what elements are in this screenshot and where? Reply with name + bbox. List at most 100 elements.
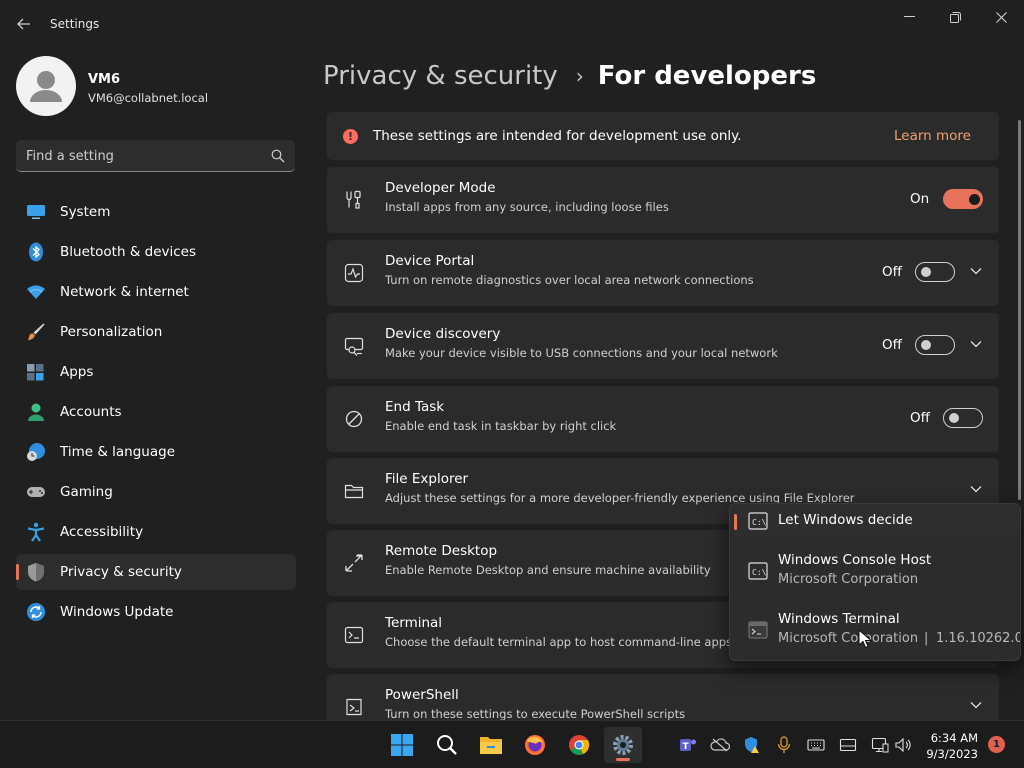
sidebar-item-accounts[interactable]: Accounts — [16, 394, 296, 430]
window-title: Settings — [50, 17, 100, 31]
console-icon: C:\ — [748, 512, 768, 530]
clock-date: 9/3/2023 — [926, 747, 978, 761]
breadcrumb-separator: › — [575, 64, 584, 88]
terminal-dropdown: C:\ Let Windows decide C:\ Windows Conso… — [729, 503, 1021, 661]
chevron-down-icon[interactable] — [969, 698, 983, 712]
taskbar-settings[interactable] — [604, 727, 642, 763]
scrollbar[interactable] — [1018, 120, 1021, 500]
prohibited-icon — [345, 410, 363, 428]
taskbar-file-explorer[interactable] — [472, 727, 510, 763]
sidebar-item-gaming[interactable]: Gaming — [16, 474, 296, 510]
accessibility-icon — [26, 522, 46, 542]
close-button[interactable] — [978, 4, 1024, 30]
developer-mode-toggle[interactable] — [943, 189, 983, 209]
sidebar-item-network[interactable]: Network & internet — [16, 274, 296, 310]
powershell-icon — [346, 698, 362, 716]
onedrive-icon[interactable] — [710, 735, 730, 755]
apps-icon — [26, 362, 46, 382]
developer-tools-icon — [346, 190, 361, 209]
page-title: For developers — [597, 61, 817, 91]
person-icon — [26, 402, 46, 422]
learn-more-link[interactable]: Learn more — [894, 128, 971, 144]
gear-icon — [613, 735, 633, 755]
gamepad-icon — [26, 482, 46, 502]
folder-icon — [480, 737, 502, 754]
close-icon — [995, 11, 1007, 23]
warning-icon: ! — [343, 129, 358, 144]
device-search-icon — [344, 337, 364, 356]
setting-device-portal[interactable]: Device Portal Turn on remote diagnostics… — [327, 240, 999, 306]
end-task-toggle[interactable] — [943, 408, 983, 428]
option-windows-terminal[interactable]: Windows Terminal Microsoft Corporation |… — [734, 605, 1020, 655]
network-icon[interactable] — [870, 735, 890, 755]
system-icon — [26, 202, 46, 222]
sidebar-item-accessibility[interactable]: Accessibility — [16, 514, 296, 550]
restore-button[interactable] — [932, 4, 978, 30]
setting-device-discovery[interactable]: Device discovery Make your device visibl… — [327, 313, 999, 379]
device-portal-toggle[interactable] — [915, 262, 955, 282]
sidebar-item-time-language[interactable]: Time & language — [16, 434, 296, 470]
sidebar-item-personalization[interactable]: Personalization — [16, 314, 296, 350]
chrome-icon — [569, 735, 590, 755]
sidebar-item-privacy-security[interactable]: Privacy & security — [16, 554, 296, 590]
settings-search[interactable] — [16, 140, 295, 172]
update-icon — [26, 602, 46, 622]
remote-desktop-icon — [345, 554, 363, 572]
setting-developer-mode: Developer Mode Install apps from any sou… — [327, 167, 999, 233]
notification-badge[interactable]: 1 — [988, 736, 1005, 753]
globe-clock-icon — [26, 442, 46, 462]
pulse-icon — [344, 263, 364, 283]
volume-icon[interactable] — [893, 735, 913, 755]
person-silhouette-icon — [30, 71, 62, 102]
keyboard-icon[interactable] — [806, 735, 826, 755]
setting-end-task: End Task Enable end task in taskbar by r… — [327, 386, 999, 452]
user-profile[interactable]: VM6 VM6@collabnet.local — [16, 56, 306, 118]
tablet-mode-icon[interactable] — [838, 735, 858, 755]
svg-text:T: T — [683, 742, 690, 752]
svg-text:C:\: C:\ — [752, 568, 767, 577]
search-icon[interactable] — [271, 149, 285, 163]
microphone-icon[interactable] — [774, 735, 794, 755]
taskbar-chrome[interactable] — [560, 727, 598, 763]
minimize-icon — [903, 16, 915, 17]
defender-warning-icon[interactable] — [742, 735, 762, 755]
title-bar: Settings — [0, 0, 1024, 48]
sidebar-item-windows-update[interactable]: Windows Update — [16, 594, 296, 630]
chevron-down-icon[interactable] — [969, 337, 983, 351]
teams-icon[interactable]: T — [678, 735, 698, 755]
restore-icon — [949, 11, 961, 23]
folder-icon — [344, 484, 364, 499]
device-discovery-toggle[interactable] — [915, 335, 955, 355]
device-portal-state: Off — [882, 264, 902, 280]
windows-logo-icon — [391, 734, 413, 756]
minimize-button[interactable] — [886, 4, 932, 30]
chevron-down-icon[interactable] — [969, 264, 983, 278]
svg-text:C:\: C:\ — [752, 518, 767, 527]
sidebar-item-system[interactable]: System — [16, 194, 296, 230]
windows-terminal-icon — [748, 621, 768, 639]
firefox-icon — [525, 735, 545, 755]
breadcrumb: Privacy & security › For developers — [323, 58, 816, 94]
terminal-icon — [344, 626, 364, 644]
option-let-windows-decide[interactable]: C:\ Let Windows decide — [734, 506, 1018, 538]
taskbar-firefox[interactable] — [516, 727, 554, 763]
search-input[interactable] — [26, 146, 266, 166]
mouse-cursor-icon — [858, 629, 872, 649]
back-button[interactable] — [10, 10, 38, 38]
taskbar-search-button[interactable] — [428, 727, 466, 763]
chevron-down-icon[interactable] — [969, 482, 983, 496]
wifi-icon — [26, 282, 46, 302]
shield-icon — [26, 562, 46, 582]
sidebar-nav: System Bluetooth & devices Network & int… — [16, 194, 296, 634]
user-email: VM6@collabnet.local — [88, 91, 209, 105]
breadcrumb-parent[interactable]: Privacy & security — [323, 61, 558, 91]
sidebar-item-apps[interactable]: Apps — [16, 354, 296, 390]
search-icon — [437, 735, 457, 755]
console-icon: C:\ — [748, 562, 768, 580]
arrow-left-icon — [17, 18, 30, 30]
developer-mode-state: On — [910, 191, 930, 207]
start-button[interactable] — [383, 727, 421, 763]
option-windows-console-host[interactable]: C:\ Windows Console Host Microsoft Corpo… — [734, 546, 1018, 596]
system-clock[interactable]: 6:34 AM 9/3/2023 — [926, 730, 978, 762]
sidebar-item-bluetooth[interactable]: Bluetooth & devices — [16, 234, 296, 270]
